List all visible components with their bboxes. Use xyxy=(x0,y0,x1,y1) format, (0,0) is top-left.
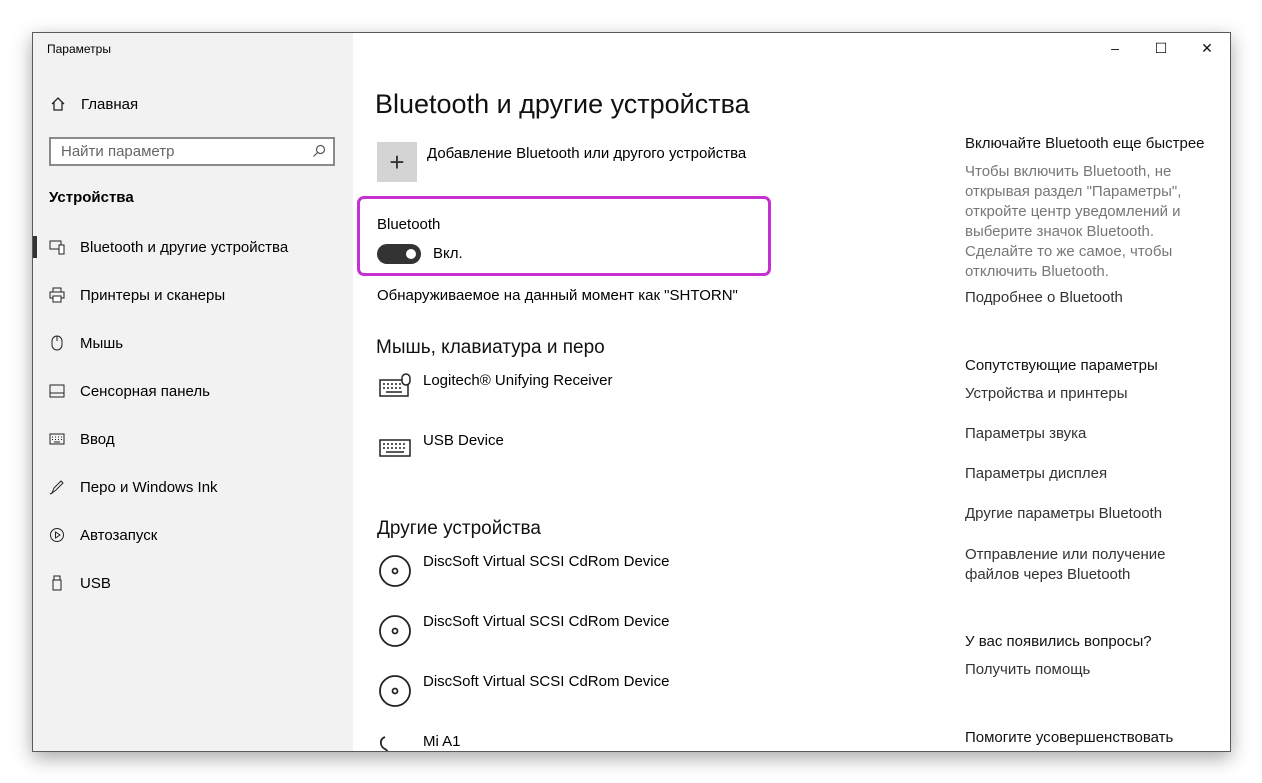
headset-icon xyxy=(377,733,413,751)
keyboard-icon xyxy=(377,432,413,468)
toggle-knob xyxy=(406,249,416,259)
sidebar: Параметры Главная Найти параметр Устройс… xyxy=(33,33,353,751)
mouse-section-title: Мышь, клавиатура и перо xyxy=(376,337,605,358)
questions-title: У вас появились вопросы? xyxy=(965,633,1152,650)
device-item[interactable]: Logitech® Unifying Receiver xyxy=(377,372,612,408)
mouse-icon xyxy=(49,334,65,352)
get-help-link[interactable]: Получить помощь xyxy=(965,661,1205,678)
sidebar-item-pen[interactable]: Перо и Windows Ink xyxy=(33,463,353,511)
device-item[interactable]: Mi A1 xyxy=(377,733,461,751)
sidebar-item-printers[interactable]: Принтеры и сканеры xyxy=(33,271,353,319)
other-section-title: Другие устройства xyxy=(377,518,541,539)
device-name: Logitech® Unifying Receiver xyxy=(423,372,613,389)
device-item[interactable]: DiscSoft Virtual SCSI CdRom Device xyxy=(377,673,669,709)
minimize-button[interactable]: – xyxy=(1092,33,1138,63)
disc-icon xyxy=(377,553,413,589)
sidebar-item-usb[interactable]: USB xyxy=(33,559,353,607)
disc-icon xyxy=(377,613,413,649)
related-link-display[interactable]: Параметры дисплея xyxy=(965,465,1205,482)
device-item[interactable]: DiscSoft Virtual SCSI CdRom Device xyxy=(377,553,669,589)
related-settings-title: Сопутствующие параметры xyxy=(965,357,1158,374)
device-name: DiscSoft Virtual SCSI CdRom Device xyxy=(423,673,670,690)
bluetooth-toggle[interactable] xyxy=(377,244,421,264)
related-link-file-transfer[interactable]: Отправление или получение файлов через B… xyxy=(965,545,1180,585)
sidebar-item-label: Сенсорная панель xyxy=(80,382,210,400)
touchpad-icon xyxy=(49,382,65,400)
device-item[interactable]: DiscSoft Virtual SCSI CdRom Device xyxy=(377,613,669,649)
device-name: DiscSoft Virtual SCSI CdRom Device xyxy=(423,613,670,630)
close-button[interactable]: ✕ xyxy=(1184,33,1230,63)
usb-icon xyxy=(49,574,65,592)
sidebar-item-label: Перо и Windows Ink xyxy=(80,478,218,496)
device-name: Mi A1 xyxy=(423,733,461,750)
sidebar-item-touchpad[interactable]: Сенсорная панель xyxy=(33,367,353,415)
sidebar-item-mouse[interactable]: Мышь xyxy=(33,319,353,367)
window-controls: – ☐ ✕ xyxy=(1092,33,1230,63)
maximize-button[interactable]: ☐ xyxy=(1138,33,1184,63)
sidebar-item-label: Принтеры и сканеры xyxy=(80,286,226,304)
sidebar-item-label: Ввод xyxy=(80,430,115,448)
pen-icon xyxy=(49,478,65,496)
device-item[interactable]: USB Device xyxy=(377,432,504,468)
discoverable-text: Обнаруживаемое на данный момент как "SHT… xyxy=(377,287,738,304)
section-title: Устройства xyxy=(49,189,134,206)
quick-bluetooth-title: Включайте Bluetooth еще быстрее xyxy=(965,135,1205,152)
home-link[interactable]: Главная xyxy=(49,95,138,113)
main-content: – ☐ ✕ Bluetooth и другие устройства + До… xyxy=(353,33,1230,751)
device-name: USB Device xyxy=(423,432,504,449)
device-name: DiscSoft Virtual SCSI CdRom Device xyxy=(423,553,670,570)
bluetooth-devices-icon xyxy=(49,238,65,256)
page-title: Bluetooth и другие устройства xyxy=(375,89,750,119)
search-placeholder: Найти параметр xyxy=(61,143,175,160)
disc-icon xyxy=(377,673,413,709)
plus-icon: + xyxy=(377,142,417,182)
quick-bluetooth-description: Чтобы включить Bluetooth, не открывая ра… xyxy=(965,163,1182,280)
printer-icon xyxy=(49,286,65,304)
related-link-devices-printers[interactable]: Устройства и принтеры xyxy=(965,385,1205,402)
bluetooth-highlight-box xyxy=(357,196,771,276)
app-title: Параметры xyxy=(47,42,111,56)
sidebar-item-label: Автозапуск xyxy=(80,526,158,544)
autoplay-icon xyxy=(49,526,65,544)
sidebar-item-bluetooth[interactable]: Bluetooth и другие устройства xyxy=(33,223,353,271)
search-input[interactable]: Найти параметр xyxy=(49,137,335,166)
sidebar-nav: Bluetooth и другие устройства Принтеры и… xyxy=(33,223,353,607)
home-label: Главная xyxy=(81,95,139,113)
add-device-button[interactable]: + Добавление Bluetooth или другого устро… xyxy=(377,142,746,182)
sidebar-item-label: Bluetooth и другие устройства xyxy=(80,238,289,256)
sidebar-item-autoplay[interactable]: Автозапуск xyxy=(33,511,353,559)
bluetooth-state-label: Вкл. xyxy=(433,245,463,262)
home-icon xyxy=(49,95,67,113)
add-device-label: Добавление Bluetooth или другого устройс… xyxy=(427,145,747,162)
sidebar-item-label: Мышь xyxy=(80,334,124,352)
improve-title: Помогите усовершенствовать xyxy=(965,729,1174,746)
sidebar-item-label: USB xyxy=(80,574,111,592)
related-link-bluetooth-options[interactable]: Другие параметры Bluetooth xyxy=(965,505,1205,522)
search-icon xyxy=(312,144,326,162)
keyboard-mouse-icon xyxy=(377,372,413,408)
sidebar-item-input[interactable]: Ввод xyxy=(33,415,353,463)
related-link-sound[interactable]: Параметры звука xyxy=(965,425,1205,442)
bluetooth-more-link[interactable]: Подробнее о Bluetooth xyxy=(965,289,1205,306)
keyboard-icon xyxy=(49,430,65,448)
settings-window: Параметры Главная Найти параметр Устройс… xyxy=(32,32,1231,752)
bluetooth-title: Bluetooth xyxy=(377,216,441,233)
